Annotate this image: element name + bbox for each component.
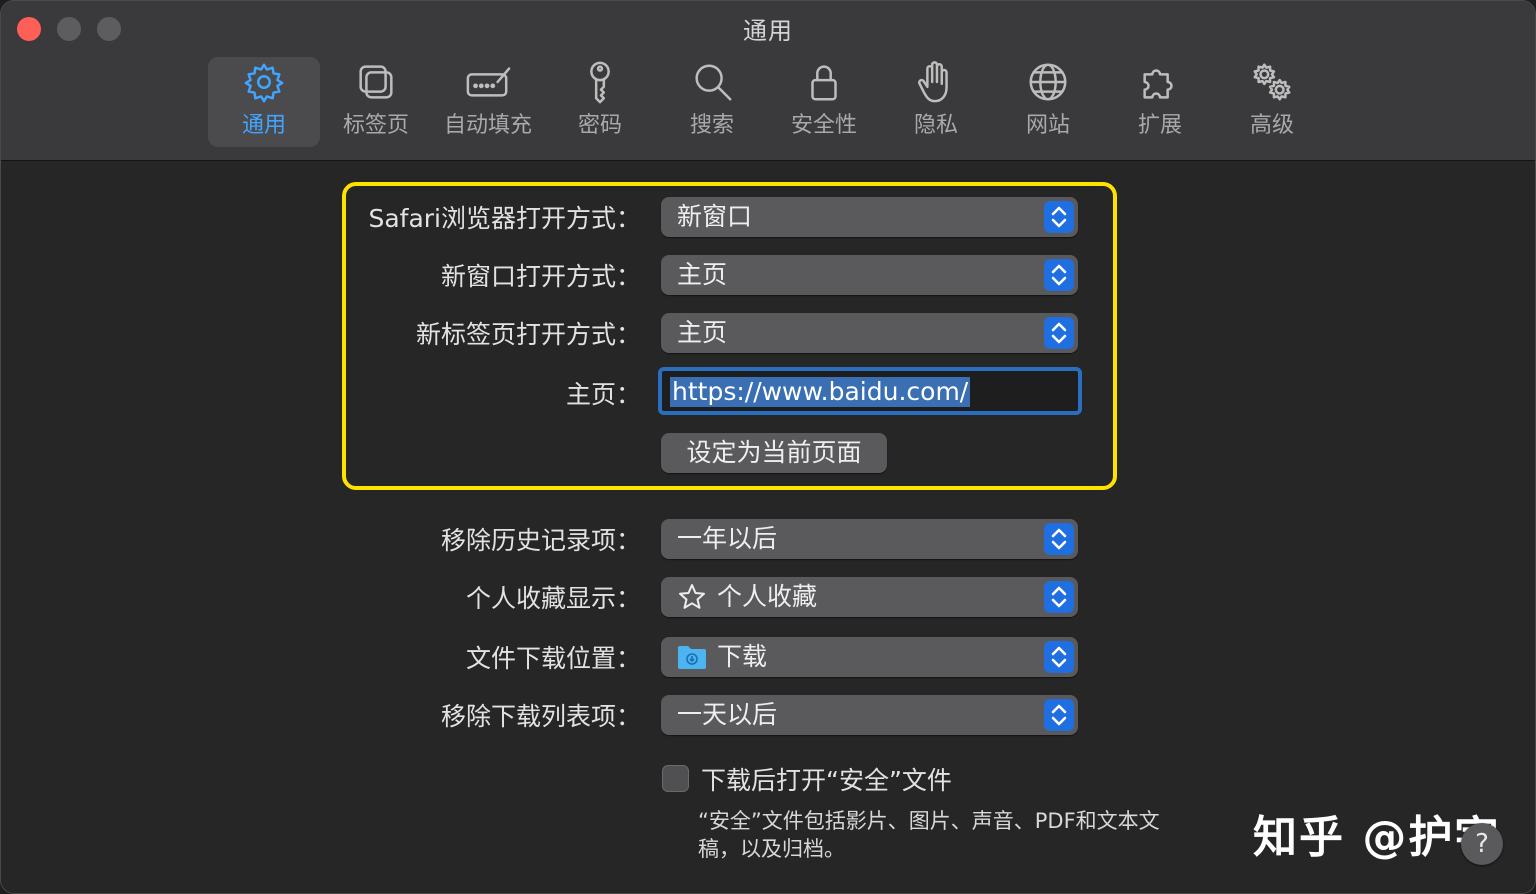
homepage-value: https://www.baidu.com/ <box>670 377 971 407</box>
popup-value: 下载 <box>717 642 768 671</box>
popup-value: 主页 <box>677 318 728 347</box>
popup-stepper-icon <box>1044 699 1074 731</box>
tab-label: 安全性 <box>790 113 857 138</box>
tab-autofill[interactable]: 自动填充 <box>432 57 544 147</box>
new-tab-label: 新标签页打开方式： <box>415 320 641 349</box>
preferences-window: 通用 通用 标签页 自动填充 密码 搜索 安全性 隐私 网站 扩展 高级 Saf… <box>0 0 1536 894</box>
tab-label: 密码 <box>577 113 622 138</box>
gear-icon <box>244 63 284 103</box>
folder-icon <box>678 646 706 669</box>
new-tab-popup[interactable]: 主页 <box>661 313 1078 353</box>
puzzle-icon <box>1143 69 1173 99</box>
popup-value: 主页 <box>677 260 728 289</box>
gears-icon <box>1253 63 1291 101</box>
popup-value: 一天以后 <box>677 700 778 729</box>
set-current-page-button[interactable]: 设定为当前页面 <box>661 433 887 473</box>
tab-label: 高级 <box>1249 113 1294 138</box>
globe-icon <box>1029 63 1067 101</box>
tabs-icon <box>359 65 393 99</box>
hand-icon <box>918 61 948 103</box>
search-icon <box>695 64 732 101</box>
homepage-field[interactable]: https://www.baidu.com/ <box>658 367 1082 415</box>
open-safe-files-label[interactable]: 下载后打开“安全”文件 <box>701 761 952 797</box>
help-button[interactable]: ? <box>1461 823 1503 865</box>
popup-stepper-icon <box>1044 523 1074 555</box>
tab-label: 网站 <box>1025 113 1070 138</box>
key-icon <box>590 61 610 104</box>
popup-stepper-icon <box>1044 259 1074 291</box>
popup-stepper-icon <box>1044 581 1074 613</box>
download-location-popup[interactable]: 下载 <box>661 637 1078 677</box>
popup-stepper-icon <box>1044 641 1074 673</box>
tab-label: 扩展 <box>1137 113 1182 138</box>
favorites-popup[interactable]: 个人收藏 <box>661 577 1078 617</box>
remove-history-label: 移除历史记录项： <box>440 526 641 555</box>
tab-search[interactable]: 搜索 <box>656 57 768 147</box>
tab-general[interactable]: 通用 <box>208 57 320 147</box>
download-location-label: 文件下载位置： <box>465 644 641 673</box>
popup-value: 一年以后 <box>677 524 778 553</box>
preference-tabs: 通用 标签页 自动填充 密码 搜索 安全性 隐私 网站 扩展 高级 <box>208 57 1328 147</box>
popup-value: 新窗口 <box>677 202 753 231</box>
remove-history-popup[interactable]: 一年以后 <box>661 519 1078 559</box>
tab-security[interactable]: 安全性 <box>768 57 880 147</box>
favorites-label: 个人收藏显示： <box>465 584 641 613</box>
new-window-popup[interactable]: 主页 <box>661 255 1078 295</box>
safari-open-label: Safari浏览器打开方式： <box>368 204 641 233</box>
open-safe-files-checkbox[interactable] <box>662 765 689 792</box>
tab-websites[interactable]: 网站 <box>992 57 1104 147</box>
autofill-icon <box>466 67 511 97</box>
star-icon <box>679 584 705 609</box>
tab-tabs[interactable]: 标签页 <box>320 57 432 147</box>
tab-label: 通用 <box>241 113 286 138</box>
tab-label: 标签页 <box>342 113 409 138</box>
toolbar: 通用 通用 标签页 自动填充 密码 搜索 安全性 隐私 网站 扩展 高级 <box>1 1 1535 161</box>
new-window-label: 新窗口打开方式： <box>440 262 641 291</box>
tab-privacy[interactable]: 隐私 <box>880 57 992 147</box>
remove-downloads-label: 移除下载列表项： <box>440 702 641 731</box>
window-title: 通用 <box>743 17 793 45</box>
homepage-label: 主页： <box>565 380 641 409</box>
open-safe-files-help: “安全”文件包括影片、图片、声音、PDF和文本文稿，以及归档。 <box>698 809 1160 861</box>
lock-icon <box>811 65 837 101</box>
tab-passwords[interactable]: 密码 <box>544 57 656 147</box>
popup-value: 个人收藏 <box>717 582 818 611</box>
remove-downloads-popup[interactable]: 一天以后 <box>661 695 1078 735</box>
tab-advanced[interactable]: 高级 <box>1216 57 1328 147</box>
tab-extensions[interactable]: 扩展 <box>1104 57 1216 147</box>
popup-stepper-icon <box>1044 201 1074 233</box>
safari-open-popup[interactable]: 新窗口 <box>661 197 1078 237</box>
tab-label: 自动填充 <box>443 113 532 138</box>
popup-stepper-icon <box>1044 317 1074 349</box>
tab-label: 搜索 <box>689 113 734 138</box>
tab-label: 隐私 <box>913 113 958 138</box>
